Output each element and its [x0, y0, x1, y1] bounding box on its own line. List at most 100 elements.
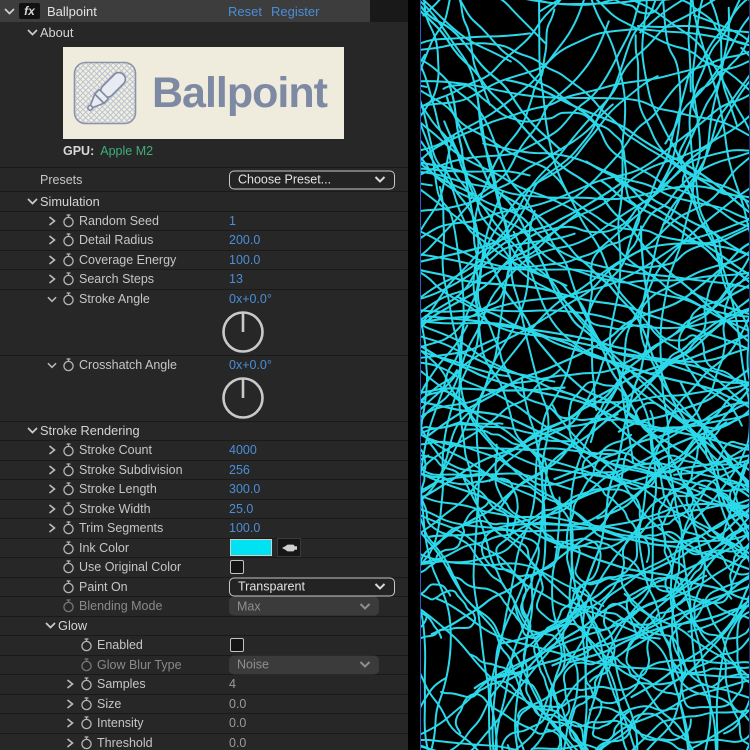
chevron-down-icon[interactable] [45, 622, 56, 629]
expand-icon[interactable] [62, 679, 78, 689]
param-value: 0.0 [229, 716, 247, 731]
param-row-stroke-angle: Stroke Angle 0x+0.0° [0, 290, 408, 310]
expand-icon[interactable] [44, 235, 60, 245]
expand-icon[interactable] [44, 484, 60, 494]
param-value[interactable]: 4000 [229, 443, 257, 457]
use-original-color-checkbox[interactable] [230, 560, 244, 575]
stopwatch-icon [78, 658, 95, 672]
chevron-down-icon[interactable] [27, 28, 38, 36]
stopwatch-icon[interactable] [60, 272, 77, 286]
expand-icon[interactable] [44, 445, 60, 455]
param-label: Stroke Width [79, 501, 151, 516]
glow-blur-type-select: Noise [229, 655, 379, 675]
chevron-down-icon [359, 661, 371, 669]
composition-preview [420, 0, 750, 750]
angle-dial[interactable] [221, 310, 265, 354]
glow-section-row[interactable]: Glow [0, 617, 408, 636]
stopwatch-icon[interactable] [60, 580, 77, 594]
stopwatch-icon [60, 599, 77, 613]
param-label: Threshold [97, 735, 153, 750]
effect-header: fx Ballpoint Reset Register [0, 0, 408, 22]
param-value[interactable]: 25.0 [229, 502, 253, 516]
about-section-label: About [40, 24, 74, 40]
param-value[interactable]: 256 [229, 463, 250, 477]
eyedropper-icon[interactable] [277, 538, 301, 558]
stopwatch-icon[interactable] [60, 482, 77, 496]
paint-on-selected-value: Transparent [238, 579, 305, 594]
stopwatch-icon[interactable] [78, 638, 95, 652]
stopwatch-icon[interactable] [60, 502, 77, 516]
stopwatch-icon[interactable] [60, 358, 77, 372]
glow-enabled-checkbox[interactable] [230, 638, 244, 653]
param-row-stroke-length: Stroke Length 300.0 [0, 480, 408, 500]
expand-icon[interactable] [44, 465, 60, 475]
param-row-crosshatch-angle: Crosshatch Angle 0x+0.0° [0, 356, 408, 376]
stopwatch-icon[interactable] [60, 214, 77, 228]
chevron-down-icon[interactable] [27, 198, 38, 205]
about-section-row[interactable]: About [0, 22, 408, 42]
expand-icon[interactable] [62, 738, 78, 748]
collapse-icon[interactable] [44, 296, 60, 303]
param-label: Blending Mode [79, 599, 163, 614]
param-value[interactable]: 100.0 [229, 521, 260, 535]
blending-mode-selected-value: Max [237, 599, 261, 614]
paint-on-select[interactable]: Transparent [229, 577, 395, 597]
stopwatch-icon[interactable] [60, 541, 77, 555]
angle-dial[interactable] [221, 376, 265, 420]
expand-icon[interactable] [62, 699, 78, 709]
param-label: Crosshatch Angle [79, 358, 177, 373]
fx-badge-icon[interactable]: fx [19, 3, 40, 19]
stopwatch-icon[interactable] [60, 521, 77, 535]
ink-color-swatch[interactable] [230, 539, 272, 557]
stopwatch-icon[interactable] [60, 443, 77, 457]
expand-icon[interactable] [44, 255, 60, 265]
expand-icon[interactable] [44, 504, 60, 514]
glow-section-label: Glow [58, 618, 88, 634]
param-label: Random Seed [79, 213, 159, 228]
reset-link[interactable]: Reset [228, 0, 262, 22]
param-label: Size [97, 696, 122, 711]
param-label: Stroke Subdivision [79, 462, 183, 477]
stopwatch-icon[interactable] [60, 560, 77, 574]
stopwatch-icon[interactable] [78, 716, 95, 730]
register-link[interactable]: Register [271, 0, 319, 22]
gpu-label: GPU: [63, 144, 95, 158]
presets-select[interactable]: Choose Preset... [229, 170, 395, 189]
stroke-rendering-section-label: Stroke Rendering [40, 423, 140, 439]
param-row-threshold: Threshold 0.0 [0, 734, 408, 750]
param-row-ink-color: Ink Color [0, 538, 408, 558]
expand-icon[interactable] [44, 274, 60, 284]
param-value: 0.0 [229, 735, 247, 750]
expand-icon[interactable] [44, 523, 60, 533]
param-value[interactable]: 0x+0.0° [229, 358, 272, 372]
stopwatch-icon[interactable] [60, 253, 77, 267]
collapse-icon[interactable] [44, 362, 60, 369]
param-value[interactable]: 100.0 [229, 253, 260, 267]
chevron-down-icon[interactable] [27, 427, 38, 434]
presets-label: Presets [40, 172, 83, 187]
param-label: Stroke Angle [79, 292, 150, 307]
stopwatch-icon[interactable] [60, 233, 77, 247]
expand-icon[interactable] [44, 216, 60, 226]
chevron-down-icon[interactable] [4, 7, 15, 15]
stopwatch-icon[interactable] [78, 736, 95, 750]
param-value[interactable]: 1 [229, 214, 236, 228]
effect-title: Ballpoint [47, 3, 97, 19]
param-label: Glow Blur Type [97, 657, 182, 672]
param-label: Enabled [97, 638, 143, 653]
param-row-coverage-energy: Coverage Energy 100.0 [0, 251, 408, 270]
effect-header-strip: fx Ballpoint Reset Register [0, 0, 370, 22]
simulation-section-row[interactable]: Simulation [0, 192, 408, 212]
chevron-down-icon [374, 176, 386, 184]
stopwatch-icon[interactable] [60, 292, 77, 306]
param-value[interactable]: 200.0 [229, 233, 260, 247]
stroke-rendering-section-row[interactable]: Stroke Rendering [0, 422, 408, 441]
stopwatch-icon[interactable] [78, 677, 95, 691]
param-value[interactable]: 0x+0.0° [229, 292, 272, 306]
stopwatch-icon[interactable] [78, 697, 95, 711]
param-value[interactable]: 13 [229, 272, 243, 286]
param-label: Coverage Energy [79, 252, 177, 267]
expand-icon[interactable] [62, 718, 78, 728]
param-value[interactable]: 300.0 [229, 482, 260, 496]
stopwatch-icon[interactable] [60, 463, 77, 477]
